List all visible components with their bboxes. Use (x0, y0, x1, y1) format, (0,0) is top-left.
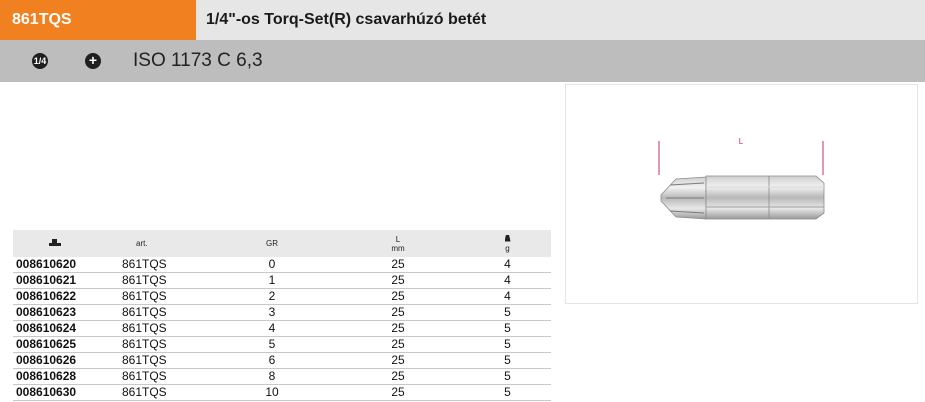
cell-mass: 5 (464, 352, 551, 369)
header-art: art. (116, 230, 212, 257)
cell-art: 861TQS (116, 304, 212, 321)
header-mass-unit: g (505, 243, 510, 253)
screwdriver-bit-drawing: L (658, 137, 825, 220)
cell-mass: 4 (464, 257, 551, 273)
weight-icon (504, 234, 511, 242)
cell-length: 25 (332, 320, 464, 337)
table-row: 008610625 861TQS 5 25 5 (13, 336, 551, 353)
cell-gr: 6 (212, 352, 332, 369)
table-header-row: art. GR L mm g (13, 230, 551, 257)
cell-code: 008610626 (13, 352, 116, 369)
torq-set-cross-icon: + (85, 53, 101, 69)
cell-code: 008610630 (13, 384, 116, 401)
cell-length: 25 (332, 336, 464, 353)
cell-mass: 4 (464, 288, 551, 305)
table-row: 008610623 861TQS 3 25 5 (13, 304, 551, 321)
standards-bar: 1/4 + ISO 1173 C 6,3 (0, 40, 925, 82)
header-gr: GR (212, 230, 332, 257)
table-row: 008610628 861TQS 8 25 5 (13, 368, 551, 385)
cell-mass: 5 (464, 336, 551, 353)
cell-code: 008610628 (13, 368, 116, 385)
table-row: 008610621 861TQS 1 25 4 (13, 272, 551, 289)
cell-length: 25 (332, 257, 464, 273)
product-code: 861TQS (0, 0, 196, 40)
cell-mass: 5 (464, 304, 551, 321)
cell-gr: 3 (212, 304, 332, 321)
table-row: 008610630 861TQS 10 25 5 (13, 384, 551, 401)
cell-art: 861TQS (116, 336, 212, 353)
table-row: 008610620 861TQS 0 25 4 (13, 257, 551, 273)
standard-label: ISO 1173 C 6,3 (133, 50, 263, 71)
header-code (13, 230, 116, 257)
cell-art: 861TQS (116, 272, 212, 289)
table-row: 008610626 861TQS 6 25 5 (13, 352, 551, 369)
cell-length: 25 (332, 304, 464, 321)
cell-art: 861TQS (116, 288, 212, 305)
cell-gr: 4 (212, 320, 332, 337)
header-bar: 861TQS 1/4"-os Torq-Set(R) csavarhúzó be… (0, 0, 925, 40)
cell-code: 008610624 (13, 320, 116, 337)
product-code-icon (49, 239, 61, 246)
cell-gr: 0 (212, 257, 332, 273)
cell-length: 25 (332, 368, 464, 385)
product-image: L (565, 84, 918, 304)
dimension-label: L (739, 137, 744, 146)
cell-art: 861TQS (116, 257, 212, 273)
quarter-inch-drive-icon: 1/4 (32, 53, 48, 69)
cell-gr: 5 (212, 336, 332, 353)
cell-code: 008610625 (13, 336, 116, 353)
cell-art: 861TQS (116, 368, 212, 385)
cell-length: 25 (332, 352, 464, 369)
header-length-unit: mm (391, 243, 405, 253)
header-length-label: L (395, 234, 401, 244)
table-row: 008610624 861TQS 4 25 5 (13, 320, 551, 337)
header-length: L mm (332, 230, 464, 257)
cell-code: 008610622 (13, 288, 116, 305)
cell-art: 861TQS (116, 352, 212, 369)
table-row: 008610622 861TQS 2 25 4 (13, 288, 551, 305)
page-title: 1/4"-os Torq-Set(R) csavarhúzó betét (206, 11, 487, 28)
cell-art: 861TQS (116, 320, 212, 337)
cell-mass: 5 (464, 384, 551, 401)
bit-shank (705, 175, 825, 220)
cell-mass: 5 (464, 320, 551, 337)
cell-code: 008610620 (13, 257, 116, 273)
cell-length: 25 (332, 384, 464, 401)
cell-code: 008610623 (13, 304, 116, 321)
cell-gr: 1 (212, 272, 332, 289)
cell-mass: 4 (464, 272, 551, 289)
cell-length: 25 (332, 272, 464, 289)
product-table: art. GR L mm g 008610620 861TQS 0 25 4 008610… (13, 230, 551, 401)
header-mass: g (464, 230, 551, 257)
cell-art: 861TQS (116, 384, 212, 401)
cell-mass: 5 (464, 368, 551, 385)
cell-code: 008610621 (13, 272, 116, 289)
cell-gr: 10 (212, 384, 332, 401)
cell-gr: 2 (212, 288, 332, 305)
cell-length: 25 (332, 288, 464, 305)
cell-gr: 8 (212, 368, 332, 385)
